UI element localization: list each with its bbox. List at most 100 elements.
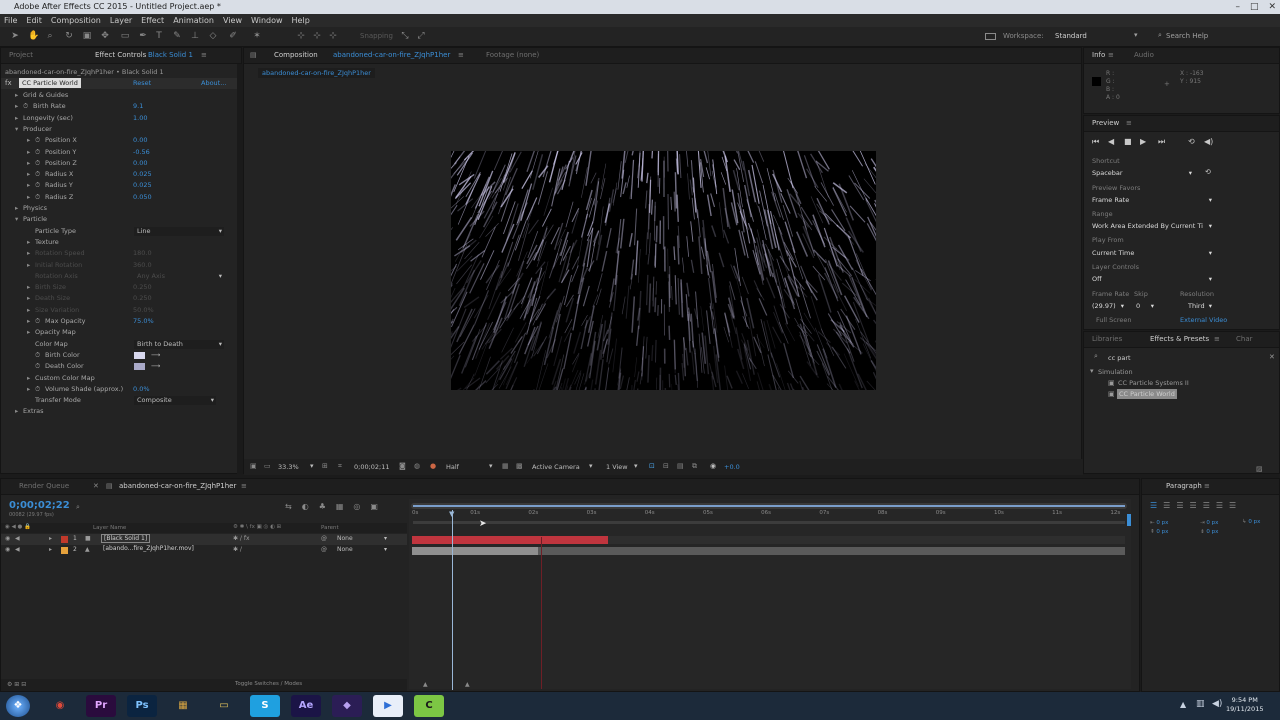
effect-property-dropdown[interactable]: Any Axis [134, 272, 224, 281]
space-before-value[interactable]: 0 px [1156, 529, 1168, 535]
menu-composition[interactable]: Composition [51, 14, 101, 27]
chevron-right-icon[interactable]: ▸ [27, 384, 30, 395]
pickwhip-icon[interactable]: @ [321, 535, 327, 542]
composition-viewer[interactable] [412, 140, 910, 426]
search-help-input[interactable]: Search Help [1166, 32, 1208, 40]
axis-view-icon[interactable]: ⊹ [328, 31, 338, 41]
always-preview-icon[interactable]: ▣ [250, 462, 257, 470]
taskbar-app-chrome-icon[interactable]: ◉ [45, 695, 75, 717]
effect-property-row[interactable]: ▸ Texture [1, 237, 237, 248]
effect-property-value[interactable]: 0.0% [133, 384, 150, 395]
menu-animation[interactable]: Animation [173, 14, 214, 27]
effect-property-row[interactable]: ▸ ⏱ Position Z 0.00 [1, 158, 237, 169]
layer-switches-icon[interactable]: ✱ / fx [233, 535, 250, 542]
align-right-icon[interactable]: ☰ [1176, 501, 1183, 510]
layer-switches-icon[interactable]: ✱ / [233, 546, 242, 553]
category-simulation[interactable]: Simulation [1098, 368, 1133, 376]
effect-property-row[interactable]: ▸ Opacity Map [1, 327, 237, 338]
zoom-tool-icon[interactable]: ⌕ [45, 31, 55, 41]
taskbar-app-premiere-icon[interactable]: Pr [86, 695, 116, 717]
effect-property-row[interactable]: ▸ Custom Color Map [1, 373, 237, 384]
effect-property-value[interactable]: 180.0 [133, 248, 152, 259]
panel-menu-icon[interactable]: ≡ [1204, 482, 1210, 490]
effect-property-value[interactable]: 0.025 [133, 180, 152, 191]
chevron-down-icon[interactable]: ▾ [589, 462, 593, 470]
footer-toggle-icons[interactable]: ⚙ ⊞ ⊟ [7, 681, 26, 688]
range-dropdown[interactable]: Work Area Extended By Current Ti [1090, 221, 1218, 232]
time-ruler[interactable]: 0s 01s 02s 03s 04s 05s 06s 07s 08s 09s 10s 11s 12s [409, 509, 1131, 521]
close-button[interactable]: ✕ [1268, 0, 1276, 14]
snapping-options-icon[interactable]: ⤢ [416, 31, 426, 41]
justify-all-icon[interactable]: ☰ [1229, 501, 1236, 510]
first-line-indent-value[interactable]: 0 px [1248, 519, 1260, 525]
effect-property-row[interactable]: ⏱ Birth Color ⟶ [1, 350, 237, 361]
effect-property-row[interactable]: ▸ Rotation Speed 180.0 [1, 248, 237, 259]
chevron-down-icon[interactable]: ▾ [310, 462, 314, 470]
workspace-dropdown[interactable]: Standard [1055, 32, 1140, 40]
eyedropper-icon[interactable]: ⟶ [151, 350, 160, 361]
panel-menu-icon[interactable]: ≡ [201, 51, 207, 59]
parent-dropdown[interactable]: None [337, 546, 353, 553]
views-dropdown[interactable]: 1 View [606, 463, 628, 471]
tab-info[interactable]: Info [1092, 51, 1105, 59]
stopwatch-icon[interactable]: ⏱ [35, 158, 40, 169]
menu-effect[interactable]: Effect [141, 14, 164, 27]
eye-icon[interactable]: ◉ [5, 535, 10, 542]
audio-icon[interactable]: ◀) [1204, 137, 1213, 146]
eye-icon[interactable]: ◉ [5, 546, 10, 553]
chevron-right-icon[interactable]: ▸ [27, 373, 30, 384]
snapping-label[interactable]: Snapping [360, 32, 393, 40]
loop-icon[interactable]: ⟲ [1188, 137, 1195, 146]
effect-property-row[interactable]: ▸ ⏱ Radius Z 0.050 [1, 192, 237, 203]
skip-dropdown[interactable]: 0 [1134, 301, 1160, 312]
show-snapshot-icon[interactable]: ◍ [414, 462, 420, 470]
current-time-display[interactable]: 0;00;02;11 [354, 463, 390, 471]
effect-property-value[interactable]: 50.0% [133, 305, 154, 316]
pen-tool-icon[interactable]: ✒ [138, 31, 148, 41]
chevron-down-icon[interactable]: ▾ [1090, 367, 1094, 375]
menu-view[interactable]: View [223, 14, 242, 27]
layer-name[interactable]: [abando...fire_ZJqhP1her.mov] [101, 545, 196, 552]
minimize-button[interactable]: – [1235, 0, 1240, 14]
effect-property-dropdown[interactable]: Birth to Death [134, 339, 224, 349]
effect-property-row[interactable]: ▸ Initial Rotation 360.0 [1, 260, 237, 271]
pan-behind-tool-icon[interactable]: ✥ [100, 31, 110, 41]
tab-libraries[interactable]: Libraries [1092, 335, 1122, 343]
chevron-right-icon[interactable]: ▸ [27, 192, 30, 203]
stopwatch-icon[interactable]: ⏱ [35, 180, 40, 191]
camera-tool-icon[interactable]: ▣ [82, 31, 92, 41]
first-frame-icon[interactable]: ⏮ [1092, 137, 1099, 147]
layer-label-color[interactable] [61, 547, 68, 554]
indent-right-value[interactable]: 0 px [1206, 520, 1218, 526]
effect-property-row[interactable]: ▾ Producer [1, 124, 237, 135]
snapping-icon[interactable]: ⤡ [400, 31, 410, 41]
stopwatch-icon[interactable]: ⏱ [35, 361, 40, 372]
tab-composition[interactable]: Composition [274, 51, 318, 59]
graph-editor-icon[interactable]: ▣ [370, 502, 378, 511]
chevron-right-icon[interactable]: ▸ [27, 147, 30, 158]
puppet-tool-icon[interactable]: ✶ [252, 31, 262, 41]
resolution-dropdown[interactable]: Half [446, 463, 459, 471]
effect-header-row[interactable]: fx CC Particle World Reset About... [1, 78, 237, 89]
indent-left-value[interactable]: 0 px [1156, 520, 1168, 526]
rotate-tool-icon[interactable]: ↻ [64, 31, 74, 41]
align-left-icon[interactable]: ☰ [1150, 501, 1157, 510]
tab-paragraph[interactable]: Paragraph [1166, 482, 1202, 490]
panel-menu-icon[interactable]: ≡ [458, 51, 464, 59]
layer-1-duration-bar[interactable] [412, 536, 608, 544]
effect-property-row[interactable]: ▸ Physics [1, 203, 237, 214]
lock-icon[interactable]: ▤ [250, 51, 257, 59]
shortcut-dropdown[interactable]: Spacebar [1090, 168, 1198, 179]
effect-property-value[interactable]: 0.00 [133, 135, 147, 146]
stopwatch-icon[interactable]: ⏱ [35, 192, 40, 203]
comp-mini-flowchart-icon[interactable]: ⇆ [285, 502, 292, 511]
comp-subtab[interactable]: abandoned-car-on-fire_ZJqhP1her [258, 68, 375, 78]
eraser-tool-icon[interactable]: ◇ [208, 31, 218, 41]
taskbar-app-skype-icon[interactable]: S [250, 695, 280, 717]
camera-dropdown[interactable]: Active Camera [532, 463, 580, 471]
effect-property-value[interactable]: 9.1 [133, 101, 143, 112]
chevron-right-icon[interactable]: ▸ [27, 305, 30, 316]
menu-file[interactable]: File [4, 14, 17, 27]
tab-audio[interactable]: Audio [1134, 51, 1154, 59]
effects-search-input[interactable]: cc part [1108, 354, 1258, 362]
